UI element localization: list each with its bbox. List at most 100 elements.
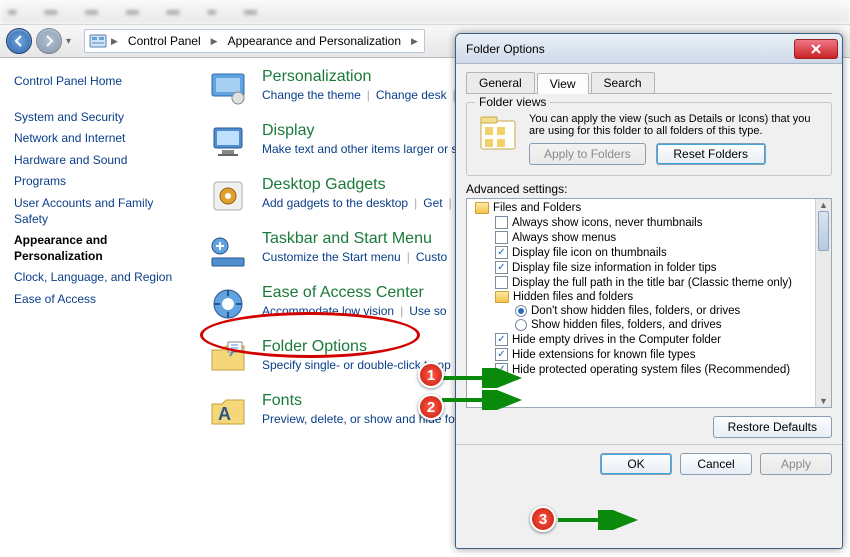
category-link[interactable]: Make text and other items larger or s [262,142,457,156]
category-title[interactable]: Display [262,122,457,140]
annotation-badge-1: 1 [418,362,444,388]
cancel-button[interactable]: Cancel [680,453,752,475]
category-link[interactable]: Change the theme [262,88,361,102]
folder-options-dialog: Folder Options General View Search Folde… [455,33,843,549]
category-link[interactable]: Change desk [376,88,447,102]
chevron-right-icon[interactable]: ▶ [209,36,220,47]
reset-folders-button[interactable]: Reset Folders [656,143,766,165]
chevron-right-icon[interactable]: ▶ [109,36,120,47]
category-link[interactable]: Accommodate low vision [262,304,394,318]
scroll-thumb[interactable] [818,211,829,251]
sidebar-item[interactable]: Hardware and Sound [14,153,176,169]
back-button[interactable] [6,28,32,54]
radio[interactable] [515,319,527,331]
chevron-right-icon[interactable]: ▶ [409,36,420,47]
tree-label: Display the full path in the title bar (… [512,277,792,289]
group-legend: Folder views [475,95,550,109]
tree-label: Hidden files and folders [513,291,633,303]
tab-view[interactable]: View [537,73,589,94]
close-icon [811,44,821,54]
category-icon [208,338,248,378]
tree-checkbox-item[interactable]: Display file icon on thumbnails [471,245,827,260]
sidebar-item[interactable]: Programs [14,174,176,190]
category-title[interactable]: Ease of Access Center [262,284,447,302]
checkbox[interactable] [495,363,508,376]
category-links: Accommodate low vision|Use so [262,304,447,318]
tree-label: Always show menus [512,232,616,244]
sidebar-item[interactable]: Ease of Access [14,292,176,308]
checkbox[interactable] [495,333,508,346]
tree-checkbox-item[interactable]: Display file size information in folder … [471,260,827,275]
restore-defaults-button[interactable]: Restore Defaults [713,416,832,438]
tree-radio-item[interactable]: Don't show hidden files, folders, or dri… [471,304,827,318]
sidebar-item[interactable]: Network and Internet [14,131,176,147]
tree-subfolder[interactable]: Hidden files and folders [471,290,827,304]
tree-checkbox-item[interactable]: Display the full path in the title bar (… [471,275,827,290]
tree-label: Don't show hidden files, folders, or dri… [531,305,740,317]
tree-label: Show hidden files, folders, and drives [531,319,722,331]
app-menubar: ▪▪▪▪▪▪▪▪▪▪▪▪▪▪▪▪▪▪▪ [0,0,850,24]
tree-checkbox-item[interactable]: Hide empty drives in the Computer folder [471,332,827,347]
tab-search[interactable]: Search [591,72,655,93]
breadcrumb-appearance[interactable]: Appearance and Personalization [222,34,407,48]
category-icon [208,230,248,270]
tree-checkbox-item[interactable]: Hide protected operating system files (R… [471,362,827,377]
control-panel-icon [89,32,107,50]
sidebar-item[interactable]: User Accounts and Family Safety [14,196,176,227]
category-link[interactable]: Custo [416,250,447,264]
sidebar: Control Panel Home System and Security N… [0,58,190,557]
tree-label: Hide empty drives in the Computer folder [512,334,721,346]
sidebar-item[interactable]: Clock, Language, and Region [14,270,176,286]
advanced-settings-label: Advanced settings: [466,182,832,196]
radio[interactable] [515,305,527,317]
svg-text:A: A [218,404,231,424]
checkbox[interactable] [495,216,508,229]
folder-icon [475,202,489,214]
annotation-badge-3: 3 [530,506,556,532]
checkbox[interactable] [495,261,508,274]
checkbox[interactable] [495,348,508,361]
category-icon [208,122,248,162]
checkbox[interactable] [495,246,508,259]
folder-views-text: You can apply the view (such as Details … [529,113,821,137]
sidebar-home[interactable]: Control Panel Home [14,74,176,90]
scroll-up-icon[interactable]: ▲ [816,199,831,211]
sidebar-item-active[interactable]: Appearance and Personalization [14,233,176,264]
tree-checkbox-item[interactable]: Hide extensions for known file types [471,347,827,362]
category-icon [208,284,248,324]
category-links: Customize the Start menu|Custo [262,250,447,264]
checkbox[interactable] [495,276,508,289]
dialog-title: Folder Options [466,42,545,56]
breadcrumb-control-panel[interactable]: Control Panel [122,34,207,48]
forward-button[interactable] [36,28,62,54]
apply-to-folders-button[interactable]: Apply to Folders [529,143,646,165]
breadcrumb[interactable]: ▶ Control Panel ▶ Appearance and Persona… [84,29,425,53]
category-title[interactable]: Folder Options [262,338,451,356]
checkbox[interactable] [495,231,508,244]
dialog-footer: OK Cancel Apply [456,444,842,483]
folder-icon [495,291,509,303]
ok-button[interactable]: OK [600,453,672,475]
category-link[interactable]: Use so [409,304,446,318]
tree-checkbox-item[interactable]: Always show icons, never thumbnails [471,215,827,230]
history-dropdown-icon[interactable]: ▾ [66,36,80,47]
close-button[interactable] [794,39,838,59]
category-link[interactable]: Add gadgets to the desktop [262,196,408,210]
apply-button[interactable]: Apply [760,453,832,475]
tree-radio-item[interactable]: Show hidden files, folders, and drives [471,318,827,332]
folder-views-icon [477,113,519,155]
dialog-titlebar: Folder Options [456,34,842,64]
category-link[interactable]: Customize the Start menu [262,250,401,264]
sidebar-item[interactable]: System and Security [14,110,176,126]
tab-general[interactable]: General [466,72,535,93]
category-link[interactable]: Get [423,196,442,210]
advanced-settings-tree[interactable]: Files and FoldersAlways show icons, neve… [466,198,832,408]
scroll-down-icon[interactable]: ▼ [816,395,831,407]
tree-folder-root[interactable]: Files and Folders [471,201,827,215]
tree-label: Display file size information in folder … [512,262,717,274]
scrollbar[interactable]: ▲ ▼ [815,199,831,407]
tree-checkbox-item[interactable]: Always show menus [471,230,827,245]
category-title[interactable]: Taskbar and Start Menu [262,230,447,248]
tree-label: Hide protected operating system files (R… [512,364,790,376]
category-icon [208,68,248,108]
